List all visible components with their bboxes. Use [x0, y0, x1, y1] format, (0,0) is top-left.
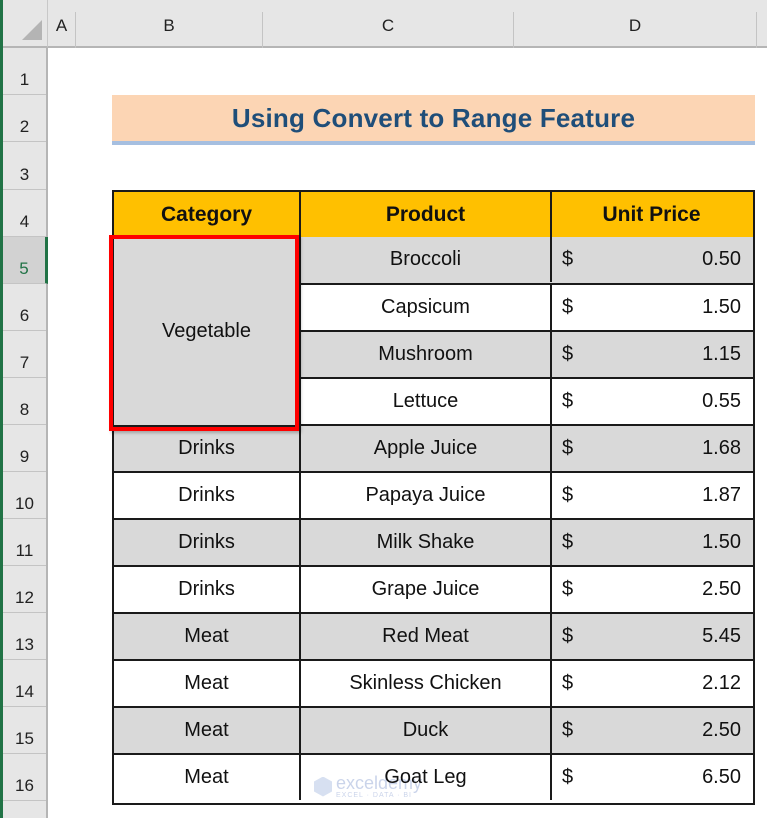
price-value: 0.55	[702, 390, 741, 412]
table-row: Meat Duck $2.50	[114, 708, 753, 755]
table-header-row: Category Product Unit Price	[114, 192, 753, 239]
row-header[interactable]: 2	[3, 95, 46, 142]
row-header[interactable]: 4	[3, 190, 46, 237]
currency-symbol: $	[562, 296, 574, 318]
category-cell[interactable]: Drinks	[114, 567, 301, 612]
price-cell[interactable]: $5.45	[552, 614, 753, 659]
price-value: 1.87	[702, 484, 741, 506]
header-product[interactable]: Product	[301, 192, 552, 237]
category-cell[interactable]: Meat	[114, 661, 301, 706]
row-header[interactable]: 15	[3, 707, 46, 754]
row-header[interactable]: 9	[3, 425, 46, 472]
price-value: 1.50	[702, 531, 741, 553]
currency-symbol: $	[562, 625, 574, 647]
product-cell[interactable]: Lettuce	[301, 379, 552, 424]
product-cell[interactable]: Red Meat	[301, 614, 552, 659]
row-header[interactable]: 3	[3, 142, 46, 190]
price-value: 6.50	[702, 766, 741, 788]
price-cell[interactable]: $6.50	[552, 755, 753, 800]
column-header-a[interactable]: A	[48, 12, 76, 48]
product-cell[interactable]: Milk Shake	[301, 520, 552, 565]
product-cell[interactable]: Papaya Juice	[301, 473, 552, 518]
column-header-c[interactable]: C	[263, 12, 514, 48]
price-cell[interactable]: $1.15	[552, 332, 753, 377]
row-header[interactable]: 8	[3, 378, 46, 425]
price-cell[interactable]: $0.55	[552, 379, 753, 424]
price-cell[interactable]: $1.87	[552, 473, 753, 518]
category-cell[interactable]: Drinks	[114, 426, 301, 471]
table-row: Meat Red Meat $5.45	[114, 614, 753, 661]
row-header-active[interactable]: 5	[3, 237, 48, 284]
column-headers: A B C D	[48, 0, 767, 48]
row-header[interactable]: 12	[3, 566, 46, 613]
product-cell[interactable]: Capsicum	[301, 285, 552, 330]
table-row: Drinks Milk Shake $1.50	[114, 520, 753, 567]
price-value: 2.12	[702, 672, 741, 694]
row-header[interactable]: 14	[3, 660, 46, 707]
product-cell[interactable]: Mushroom	[301, 332, 552, 377]
product-cell[interactable]: Grape Juice	[301, 567, 552, 612]
currency-symbol: $	[562, 484, 574, 506]
row-headers: 1 2 3 4 5 6 7 8 9 10 11 12 13 14 15 16	[3, 48, 48, 818]
header-unit-price[interactable]: Unit Price	[552, 192, 753, 237]
category-cell[interactable]: Drinks	[114, 520, 301, 565]
price-cell[interactable]: $1.50	[552, 285, 753, 330]
currency-symbol: $	[562, 719, 574, 741]
currency-symbol: $	[562, 531, 574, 553]
category-cell[interactable]: Drinks	[114, 473, 301, 518]
row-header-partial[interactable]	[3, 801, 46, 818]
currency-symbol: $	[562, 343, 574, 365]
category-cell[interactable]: Meat	[114, 755, 301, 800]
price-value: 0.50	[702, 248, 741, 270]
table-row: Meat Skinless Chicken $2.12	[114, 661, 753, 708]
row-header[interactable]: 13	[3, 613, 46, 660]
row-header[interactable]: 1	[3, 48, 46, 95]
currency-symbol: $	[562, 578, 574, 600]
sheet-title: Using Convert to Range Feature	[112, 95, 755, 145]
product-cell[interactable]: Goat Leg	[301, 755, 552, 800]
category-cell[interactable]: Meat	[114, 614, 301, 659]
row-header[interactable]: 7	[3, 331, 46, 378]
currency-symbol: $	[562, 672, 574, 694]
price-cell[interactable]: $2.50	[552, 708, 753, 753]
category-cell[interactable]: Meat	[114, 708, 301, 753]
table-row: Drinks Grape Juice $2.50	[114, 567, 753, 614]
price-cell[interactable]: $1.68	[552, 426, 753, 471]
price-cell[interactable]: $2.12	[552, 661, 753, 706]
table-row: Meat Goat Leg $6.50	[114, 755, 753, 803]
price-value: 1.50	[702, 296, 741, 318]
price-value: 2.50	[702, 578, 741, 600]
table-row: Drinks Papaya Juice $1.87	[114, 473, 753, 520]
select-all-button[interactable]	[3, 0, 48, 48]
price-value: 1.15	[702, 343, 741, 365]
row-header[interactable]: 11	[3, 519, 46, 566]
price-value: 5.45	[702, 625, 741, 647]
row-header[interactable]: 16	[3, 754, 46, 801]
product-cell[interactable]: Apple Juice	[301, 426, 552, 471]
row-header[interactable]: 10	[3, 472, 46, 519]
column-header-d[interactable]: D	[514, 12, 757, 48]
currency-symbol: $	[562, 248, 574, 270]
merged-category-cell[interactable]: Vegetable	[114, 237, 301, 427]
table-row: Drinks Apple Juice $1.68	[114, 426, 753, 473]
price-cell[interactable]: $1.50	[552, 520, 753, 565]
price-cell[interactable]: $0.50	[552, 237, 753, 282]
product-cell[interactable]: Duck	[301, 708, 552, 753]
currency-symbol: $	[562, 437, 574, 459]
data-table: Category Product Unit Price Vegetable Br…	[112, 190, 755, 805]
product-cell[interactable]: Skinless Chicken	[301, 661, 552, 706]
sheet-title-text: Using Convert to Range Feature	[231, 102, 636, 133]
product-cell[interactable]: Broccoli	[301, 237, 552, 282]
price-value: 2.50	[702, 719, 741, 741]
header-category[interactable]: Category	[114, 192, 301, 237]
column-header-b[interactable]: B	[76, 12, 263, 48]
row-header[interactable]: 6	[3, 284, 46, 331]
currency-symbol: $	[562, 766, 574, 788]
price-cell[interactable]: $2.50	[552, 567, 753, 612]
price-value: 1.68	[702, 437, 741, 459]
currency-symbol: $	[562, 390, 574, 412]
select-all-triangle-icon	[22, 20, 42, 40]
